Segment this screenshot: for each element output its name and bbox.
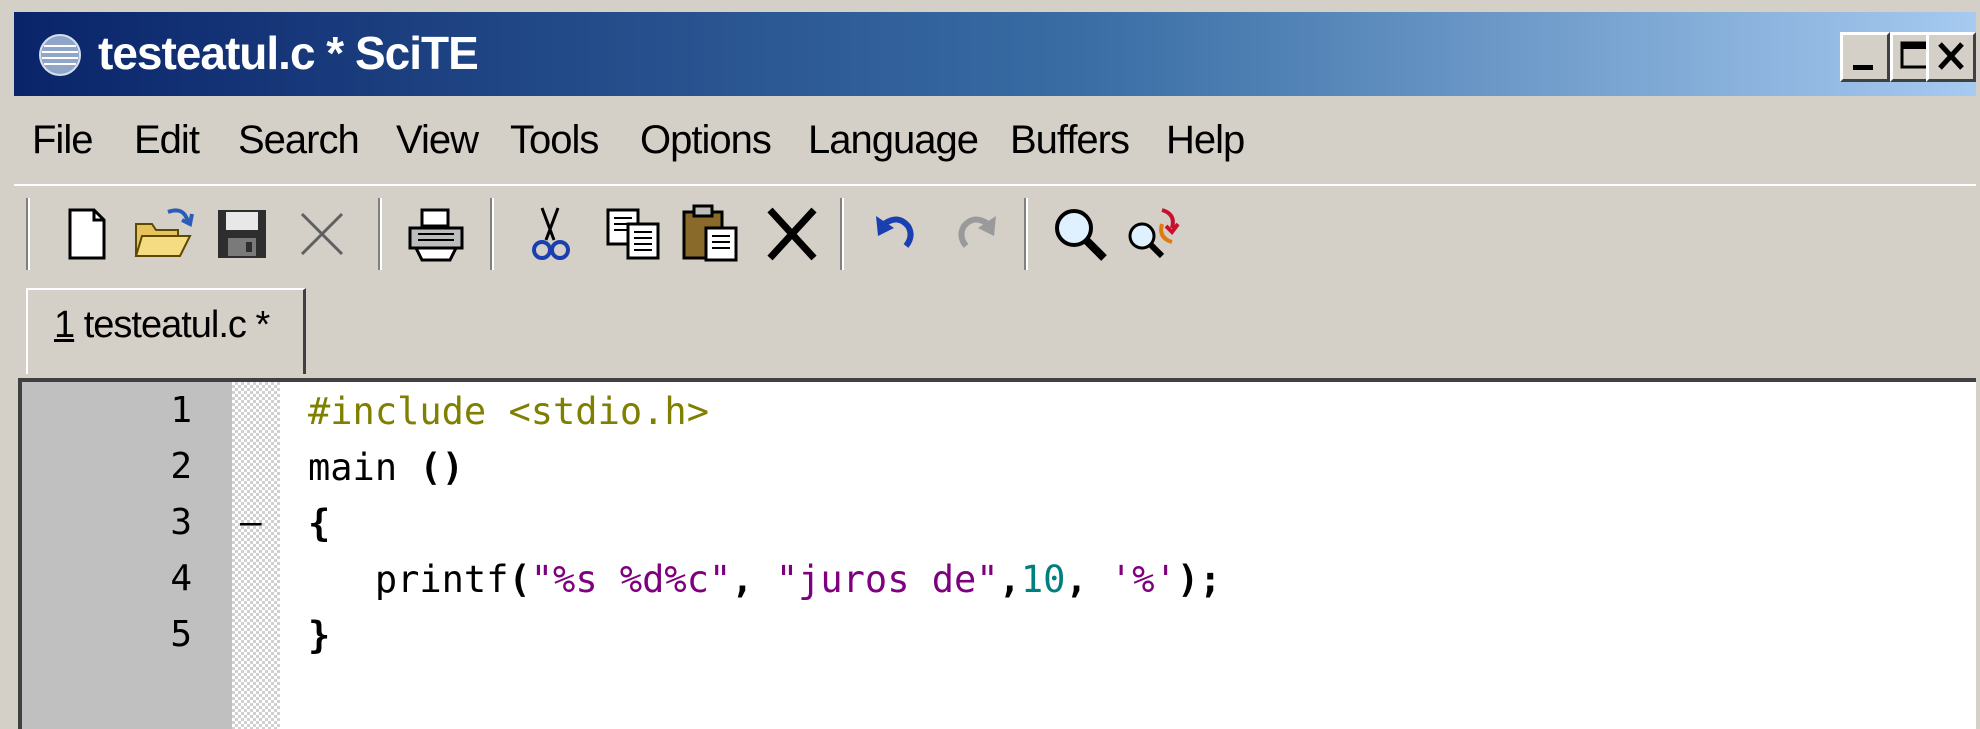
tab-filename: testeatul.c * <box>83 304 271 346</box>
code-token: 10 <box>1020 558 1066 601</box>
tab-number: 1 <box>54 304 75 346</box>
code-token: "juros de" <box>775 558 999 601</box>
code-line: 3 – { <box>22 502 1976 558</box>
code-token: , <box>731 558 776 601</box>
find-icon <box>1055 209 1107 261</box>
menu-buffers[interactable]: Buffers <box>1010 118 1130 163</box>
find-button[interactable] <box>1048 202 1112 266</box>
menu-bar: File Edit Search View Tools Options Lang… <box>14 100 1976 184</box>
toolbar-separator <box>840 198 844 270</box>
buffer-tab-strip: 1 testeatul.c * <box>14 282 1976 374</box>
fold-collapse-icon[interactable]: – <box>240 502 262 543</box>
code-line: 4 printf("%s %d%c", "juros de",10, '%'); <box>22 558 1976 614</box>
close-file-icon <box>300 212 344 256</box>
close-icon <box>1938 42 1964 70</box>
code-token: '%' <box>1109 558 1177 601</box>
close-file-button[interactable] <box>290 202 354 266</box>
copy-button[interactable] <box>602 202 666 266</box>
code-line: 1 #include <stdio.h> <box>22 390 1976 446</box>
toolbar-separator <box>490 198 494 270</box>
replace-icon <box>1128 208 1180 259</box>
code-token: , <box>1065 558 1110 601</box>
toolbar-separator <box>1024 198 1028 270</box>
code-token: , <box>998 558 1021 601</box>
delete-button[interactable] <box>760 202 824 266</box>
scite-app-icon <box>36 32 84 78</box>
print-icon <box>408 208 464 262</box>
line-number: 2 <box>170 446 192 487</box>
copy-icon <box>606 208 660 260</box>
menu-help[interactable]: Help <box>1166 118 1245 163</box>
code-token: printf <box>308 558 509 601</box>
code-token: #include <stdio.h> <box>308 390 709 433</box>
window-title: testeatul.c * SciTE <box>98 27 479 79</box>
new-file-icon <box>68 208 106 260</box>
code-token: ( <box>508 558 531 601</box>
editor-pane[interactable]: 1 #include <stdio.h> 2 main () 3 – { 4 p… <box>18 378 1976 729</box>
menu-file[interactable]: File <box>32 118 93 163</box>
code-token: } <box>308 614 331 657</box>
cut-icon <box>532 207 570 260</box>
replace-button[interactable] <box>1122 202 1186 266</box>
line-number: 3 <box>170 502 192 543</box>
line-number: 4 <box>170 558 192 599</box>
open-folder-icon <box>134 208 194 257</box>
close-window-button[interactable] <box>1926 32 1976 82</box>
code-token: () <box>419 446 464 489</box>
minimize-button[interactable] <box>1840 32 1890 82</box>
minimize-icon <box>1853 65 1873 70</box>
line-number: 5 <box>170 614 192 655</box>
menu-language[interactable]: Language <box>808 118 979 163</box>
code-token: main <box>308 446 420 489</box>
new-file-button[interactable] <box>54 202 118 266</box>
redo-button[interactable] <box>944 202 1008 266</box>
code-text: } <box>308 614 330 657</box>
title-bar[interactable]: testeatul.c * SciTE <box>14 12 1976 96</box>
code-token: { <box>308 502 331 545</box>
undo-icon <box>876 216 914 248</box>
print-button[interactable] <box>404 202 468 266</box>
cut-button[interactable] <box>518 202 582 266</box>
tab-label: 1 testeatul.c * <box>54 304 271 347</box>
menu-view[interactable]: View <box>396 118 479 163</box>
menu-edit[interactable]: Edit <box>134 118 200 163</box>
code-line: 2 main () <box>22 446 1976 502</box>
code-text: printf("%s %d%c", "juros de",10, '%'); <box>308 558 1222 601</box>
delete-icon <box>767 207 817 261</box>
menu-search[interactable]: Search <box>238 118 360 163</box>
code-token: ); <box>1176 558 1222 601</box>
toolbar-separator <box>26 198 30 270</box>
tab-testeatul-c[interactable]: 1 testeatul.c * <box>26 288 306 374</box>
code-text: main () <box>308 446 464 489</box>
menu-options[interactable]: Options <box>640 118 772 163</box>
undo-button[interactable] <box>864 202 928 266</box>
toolbar-separator <box>378 198 382 270</box>
code-text: #include <stdio.h> <box>308 390 709 433</box>
redo-icon <box>958 216 996 248</box>
line-number: 1 <box>170 390 192 431</box>
code-text: { <box>308 502 330 545</box>
code-line: 5 } <box>22 614 1976 670</box>
save-button[interactable] <box>210 202 274 266</box>
toolbar <box>14 184 1976 282</box>
paste-icon <box>682 204 738 262</box>
open-button[interactable] <box>132 202 196 266</box>
scite-window: testeatul.c * SciTE File Edit Search Vie… <box>0 0 1980 729</box>
save-icon <box>218 210 266 258</box>
paste-button[interactable] <box>678 202 742 266</box>
menu-tools[interactable]: Tools <box>510 118 599 163</box>
code-token: "%s %d%c" <box>530 558 732 601</box>
